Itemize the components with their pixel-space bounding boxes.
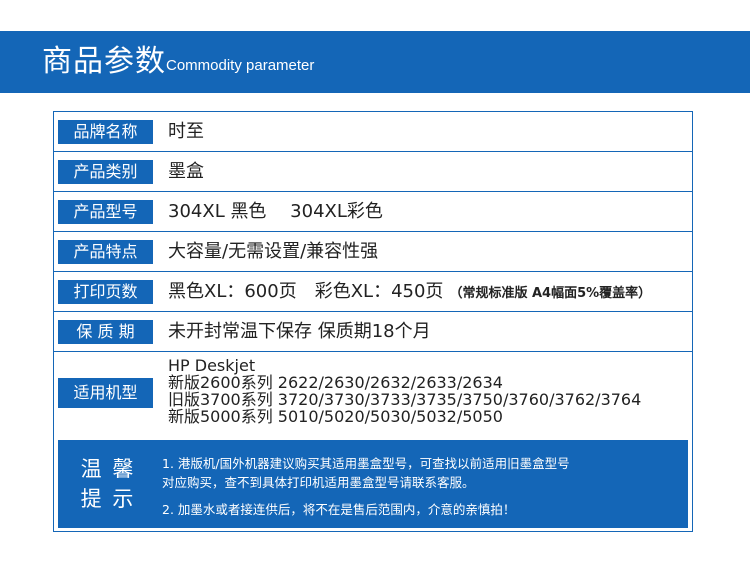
model-line: 旧版3700系列 3720/3730/3733/3735/3750/3760/3… [168,390,642,409]
row-compatible-models: 适用机型 HP Deskjet 新版2600系列 2622/2630/2632/… [54,352,692,434]
pages-value-text: 黑色XL：600页 彩色XL：450页 [168,281,444,302]
row-model: 产品型号 304XL 黑色 304XL彩色 [54,192,692,232]
notice-box: 温 馨 提 示 1. 港版机/国外机器建议购买其适用墨盒型号，可查找以前适用旧墨… [58,440,688,528]
model-line: HP Deskjet [168,356,256,375]
category-value: 墨盒 [168,161,204,182]
brand-label: 品牌名称 [58,120,153,144]
notice-text: 1. 港版机/国外机器建议购买其适用墨盒型号，可查找以前适用旧墨盒型号 对应购买… [162,454,682,519]
brand-value: 时至 [168,121,204,142]
compatible-models-list: HP Deskjet 新版2600系列 2622/2630/2632/2633/… [168,357,641,425]
features-value: 大容量/无需设置/兼容性强 [168,241,379,262]
features-label: 产品特点 [58,240,153,264]
notice-item-1-cont: 对应购买，查不到具体打印机适用墨盒型号请联系客服。 [162,475,475,490]
page-title: 商品参数 [42,44,166,79]
notice-item-2: 2. 加墨水或者接连供后，将不在是售后范围内，介意的亲慎拍！ [162,502,516,517]
model-line: 新版2600系列 2622/2630/2632/2633/2634 [168,373,503,392]
model-line: 新版5000系列 5010/5020/5030/5032/5050 [168,407,503,426]
page-subtitle: Commodity parameter [166,57,315,74]
row-brand: 品牌名称 时至 [54,112,692,152]
model-label: 产品型号 [58,200,153,224]
row-shelf-life: 保 质 期 未开封常温下保存 保质期18个月 [54,312,692,352]
pages-value: 黑色XL：600页 彩色XL：450页 （常规标准版 A4幅面5%覆盖率） [168,272,651,314]
pages-label: 打印页数 [58,280,153,304]
row-pages: 打印页数 黑色XL：600页 彩色XL：450页 （常规标准版 A4幅面5%覆盖率… [54,272,692,312]
category-label: 产品类别 [58,160,153,184]
pages-note: （常规标准版 A4幅面5%覆盖率） [449,286,652,301]
compatible-models-label: 适用机型 [58,378,153,408]
notice-item-1: 1. 港版机/国外机器建议购买其适用墨盒型号，可查找以前适用旧墨盒型号 [162,456,570,471]
notice-title: 温 馨 提 示 [78,454,138,514]
notice-title-line: 提 示 [80,487,136,511]
row-category: 产品类别 墨盒 [54,152,692,192]
model-value: 304XL 黑色 304XL彩色 [168,201,383,222]
notice-title-line: 温 馨 [80,457,136,481]
parameter-table: 品牌名称 时至 产品类别 墨盒 产品型号 304XL 黑色 304XL彩色 产品… [53,111,693,532]
shelf-life-label: 保 质 期 [58,320,153,344]
shelf-life-value: 未开封常温下保存 保质期18个月 [168,321,431,342]
header-banner: 商品参数 Commodity parameter [0,31,750,93]
row-features: 产品特点 大容量/无需设置/兼容性强 [54,232,692,272]
